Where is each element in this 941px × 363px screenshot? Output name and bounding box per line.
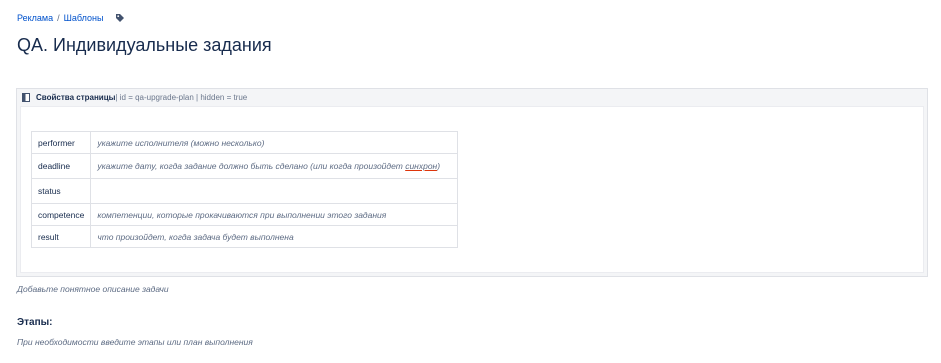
property-key-status[interactable]: status — [30, 178, 92, 204]
stages-placeholder[interactable]: При необходимости введите этапы или план… — [17, 337, 253, 347]
table-row: performer укажите исполнителя (можно нес… — [30, 131, 459, 154]
breadcrumb-link-advertising[interactable]: Реклама — [17, 13, 53, 23]
description-placeholder[interactable]: Добавьте понятное описание задачи — [17, 284, 169, 294]
page-title: QA. Индивидуальные задания — [17, 35, 272, 55]
table-row: result что произойдет, когда задача буде… — [30, 225, 459, 248]
macro-body: performer укажите исполнителя (можно нес… — [20, 106, 924, 273]
macro-title: Свойства страницы — [36, 93, 116, 102]
table-row: status — [30, 178, 459, 204]
property-key-performer[interactable]: performer — [30, 131, 92, 154]
stages-heading: Этапы: — [17, 317, 53, 328]
macro-header: Свойства страницы | id = qa-upgrade-plan… — [17, 89, 927, 106]
properties-table: performer укажите исполнителя (можно нес… — [30, 131, 459, 248]
macro-params: | id = qa-upgrade-plan | hidden = true — [115, 93, 248, 102]
property-value-performer[interactable]: укажите исполнителя (можно несколько) — [90, 131, 459, 154]
property-value-result[interactable]: что произойдет, когда задача будет выпол… — [90, 225, 459, 248]
property-key-result[interactable]: result — [30, 225, 92, 248]
deadline-hint-prefix: укажите дату, когда задание должно быть … — [97, 161, 406, 171]
property-key-deadline[interactable]: deadline — [30, 153, 92, 179]
property-key-competence[interactable]: competence — [30, 203, 92, 226]
table-row: deadline укажите дату, когда задание дол… — [30, 153, 459, 179]
sync-spellcheck-word[interactable]: синхрон — [405, 161, 437, 171]
tag-icon[interactable] — [115, 13, 125, 23]
breadcrumb-link-templates[interactable]: Шаблоны — [64, 13, 104, 23]
property-value-status[interactable] — [90, 178, 459, 204]
table-row: competence компетенции, которые прокачив… — [30, 203, 459, 226]
property-value-deadline[interactable]: укажите дату, когда задание должно быть … — [90, 153, 459, 179]
deadline-hint-suffix: ) — [437, 161, 441, 171]
property-value-competence[interactable]: компетенции, которые прокачиваются при в… — [90, 203, 459, 226]
page-properties-macro[interactable]: Свойства страницы | id = qa-upgrade-plan… — [16, 88, 928, 277]
breadcrumb: Реклама / Шаблоны — [17, 13, 125, 23]
book-icon — [22, 93, 30, 102]
breadcrumb-separator: / — [57, 13, 60, 23]
